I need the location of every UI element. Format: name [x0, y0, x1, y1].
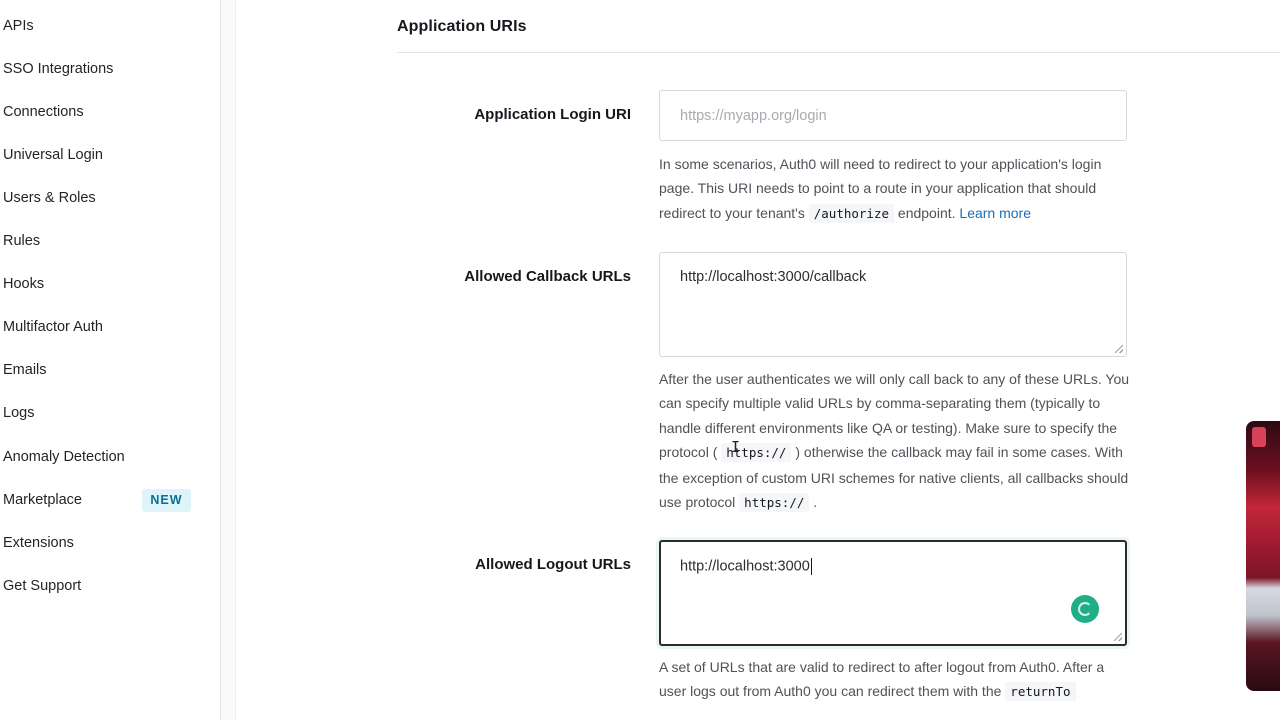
sidebar-item-multifactor-auth[interactable]: Multifactor Auth: [3, 315, 103, 339]
logout-urls-value: http://localhost:3000: [680, 558, 810, 575]
webcam-overlay: [1246, 421, 1280, 691]
authorize-code: /authorize: [808, 203, 895, 223]
login-uri-input[interactable]: https://myapp.org/login: [659, 90, 1127, 141]
loading-spinner-icon: [1071, 595, 1099, 623]
callback-help-text-3: .: [809, 494, 818, 511]
resize-grip-icon[interactable]: [1115, 345, 1123, 353]
sidebar-item-users-roles[interactable]: Users & Roles: [3, 186, 96, 210]
login-uri-help: In some scenarios, Auth0 will need to re…: [659, 152, 1135, 226]
sidebar-item-logs[interactable]: Logs: [3, 401, 34, 425]
sidebar-item-emails[interactable]: Emails: [3, 358, 47, 382]
sidebar-item-extensions[interactable]: Extensions: [3, 531, 74, 555]
login-uri-placeholder: https://myapp.org/login: [680, 108, 827, 124]
text-caret: [810, 558, 812, 575]
logout-urls-help: A set of URLs that are valid to redirect…: [659, 655, 1135, 705]
new-badge: NEW: [142, 489, 191, 512]
sidebar-item-connections[interactable]: Connections: [3, 100, 84, 124]
callback-urls-label: Allowed Callback URLs: [464, 268, 631, 285]
webcam-image: [1252, 427, 1266, 447]
section-title: Application URIs: [397, 18, 527, 35]
return-to-code: returnTo: [1005, 682, 1076, 702]
sidebar-item-anomaly-detection[interactable]: Anomaly Detection: [3, 445, 125, 469]
section-divider: [397, 52, 1280, 53]
logout-urls-textarea[interactable]: http://localhost:3000: [659, 540, 1127, 646]
callback-urls-value: http://localhost:3000/callback: [680, 269, 867, 285]
content-gutter: [221, 0, 236, 720]
sidebar-nav: APIs SSO Integrations Connections Univer…: [0, 0, 221, 720]
resize-grip-icon[interactable]: [1114, 633, 1122, 641]
logout-urls-label: Allowed Logout URLs: [475, 556, 631, 573]
sidebar-item-rules[interactable]: Rules: [3, 229, 40, 253]
learn-more-link[interactable]: Learn more: [959, 205, 1031, 221]
sidebar-item-marketplace[interactable]: Marketplace: [3, 488, 82, 512]
sidebar-item-universal-login[interactable]: Universal Login: [3, 143, 103, 167]
sidebar-item-hooks[interactable]: Hooks: [3, 272, 44, 296]
login-uri-help-text-2: endpoint.: [894, 204, 960, 221]
https-code-2: https://: [739, 493, 810, 513]
callback-urls-textarea[interactable]: http://localhost:3000/callback: [659, 252, 1127, 357]
login-uri-label: Application Login URI: [474, 106, 631, 123]
sidebar-item-apis[interactable]: APIs: [3, 14, 34, 38]
text-cursor-icon: I: [731, 438, 741, 456]
sidebar-item-sso-integrations[interactable]: SSO Integrations: [3, 57, 113, 81]
sidebar-item-get-support[interactable]: Get Support: [3, 574, 81, 598]
